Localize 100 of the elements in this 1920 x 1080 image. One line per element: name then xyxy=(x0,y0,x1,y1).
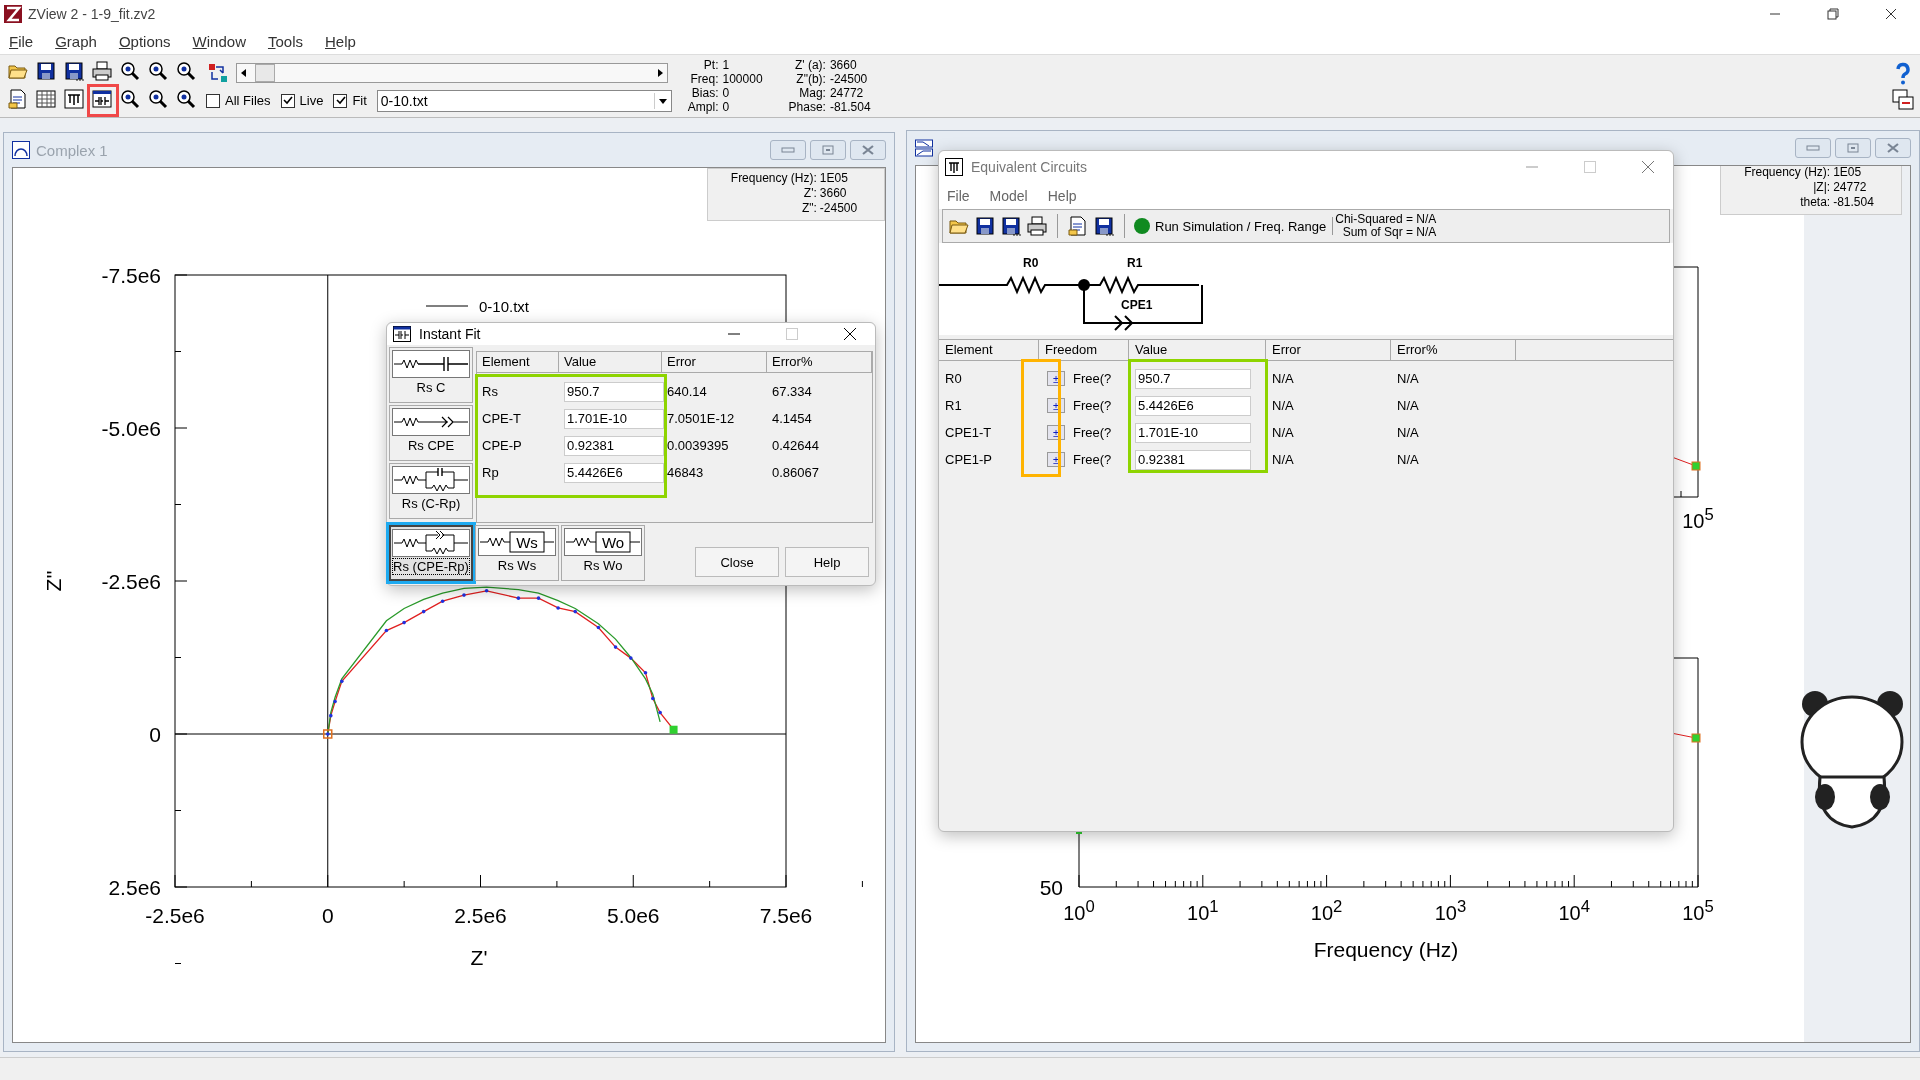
menu-item[interactable]: File xyxy=(947,188,970,204)
dialog-button[interactable]: Help xyxy=(785,547,869,577)
info-value: 1E05 xyxy=(1833,166,1863,180)
value-field[interactable]: 950.7 xyxy=(564,381,664,402)
circuit-model-button[interactable]: Ws Rs Ws xyxy=(475,525,559,581)
floppy-icon[interactable] xyxy=(1092,214,1116,238)
maximize-icon[interactable] xyxy=(821,145,835,155)
value-field[interactable]: 950.7 xyxy=(1135,368,1251,389)
window-title: ZView 2 - 1-9_fit.zv2 xyxy=(28,6,156,22)
column-header[interactable]: Error xyxy=(1266,340,1391,360)
file-dropdown[interactable]: 0-10.txt xyxy=(376,89,672,112)
table-cell-text: R1 xyxy=(944,398,963,413)
value-field[interactable]: 0.92381 xyxy=(1135,449,1251,470)
floppy-icon[interactable] xyxy=(973,214,997,238)
table-cell-text: Rs xyxy=(481,384,499,399)
column-header[interactable]: Error% xyxy=(1391,340,1516,360)
value-field[interactable]: 1.701E-10 xyxy=(564,408,664,429)
column-header[interactable]: Error% xyxy=(767,352,872,372)
readout-label: Phase: xyxy=(788,100,826,114)
close-icon[interactable] xyxy=(843,327,857,341)
data-point xyxy=(516,596,521,600)
menu-item[interactable]: Help xyxy=(1047,188,1077,204)
readout-label: Z"(b): xyxy=(795,72,826,86)
scroll-bar[interactable] xyxy=(236,62,668,83)
dialog-button[interactable]: Close xyxy=(695,547,779,577)
circuit-model-button[interactable]: Rs C xyxy=(389,347,473,403)
circuit-icon: Ws xyxy=(478,528,556,556)
tick-label: 10$^{5}$ xyxy=(1681,897,1715,925)
column-header[interactable]: Element xyxy=(477,352,559,372)
table-cell-text: 640.14 xyxy=(666,384,708,399)
menu-item[interactable]: Help xyxy=(325,32,356,50)
value-field[interactable]: 5.4426E6 xyxy=(564,462,664,483)
table-cell-text: N/A xyxy=(1271,398,1295,413)
menu-item[interactable]: Options xyxy=(118,32,171,50)
value-field[interactable]: 1.701E-10 xyxy=(1135,422,1251,443)
axis-title: Frequency (Hz) xyxy=(1313,938,1459,961)
bode-plot-icon xyxy=(915,139,933,157)
value-field[interactable]: 5.4426E6 xyxy=(1135,395,1251,416)
info-label: |Z|: xyxy=(1812,180,1831,195)
data-point xyxy=(629,656,633,660)
info-value: -81.504 xyxy=(1833,195,1875,210)
checkbox[interactable] xyxy=(206,93,220,108)
data-point xyxy=(556,606,560,610)
maximize-icon[interactable] xyxy=(1846,143,1860,153)
circuit-model-button[interactable]: Rs CPE xyxy=(389,405,473,461)
circuit-model-button[interactable]: Rs (C-Rp) xyxy=(389,463,473,519)
floppy-icon[interactable] xyxy=(999,214,1023,238)
end-marker xyxy=(1691,733,1701,743)
circuit-model-button[interactable]: Wo Rs Wo xyxy=(561,525,645,581)
data-point xyxy=(484,589,489,593)
readout-value: 1 xyxy=(722,58,731,72)
info-label: theta: xyxy=(1799,195,1831,210)
readout-label: Bias: xyxy=(690,86,719,100)
table-cell-text: Rp xyxy=(481,465,500,480)
data-point xyxy=(333,699,337,704)
menu-item[interactable]: Tools xyxy=(267,32,303,50)
status-dot-icon xyxy=(1133,217,1151,235)
windows-icon[interactable] xyxy=(1892,89,1914,111)
restore-icon[interactable] xyxy=(1827,8,1839,20)
menu-item[interactable]: Window xyxy=(192,32,246,50)
dialog-title: Equivalent Circuits xyxy=(971,159,1087,175)
circuit-model-button[interactable]: Rs (CPE-Rp) xyxy=(389,525,473,581)
tick-label: 10$^{3}$ xyxy=(1433,897,1468,925)
menu-item[interactable]: File xyxy=(9,32,34,50)
close-button[interactable] xyxy=(850,140,886,160)
column-header[interactable]: Value xyxy=(1129,340,1266,360)
menu-item[interactable]: Model xyxy=(989,188,1028,204)
circuit-icon xyxy=(392,466,470,494)
printer-icon[interactable] xyxy=(90,58,114,83)
info-label: Z": xyxy=(800,201,817,216)
table-cell: Free(? xyxy=(1073,425,1112,440)
table-cell: Free(? xyxy=(1073,371,1112,386)
scroll-thumb[interactable] xyxy=(255,63,275,82)
menu-item[interactable]: Graph xyxy=(55,32,97,50)
run-simulation-button[interactable]: Run Simulation / Freq. Range xyxy=(1133,217,1334,235)
window-title: Complex 1 xyxy=(36,141,108,159)
table-cell-text: CPE1-P xyxy=(944,452,993,467)
checkbox-label: Live xyxy=(299,93,324,108)
table-cell-text: 0.0039395 xyxy=(666,438,730,453)
column-header[interactable]: Element xyxy=(939,340,1039,360)
table-cell-text: CPE-P xyxy=(481,438,523,453)
table-cell-text: 4.1454 xyxy=(771,411,813,426)
readout-value: -24500 xyxy=(829,72,869,86)
readout-label: Pt: xyxy=(702,58,719,72)
value-field[interactable]: 0.92381 xyxy=(564,435,664,456)
printer-icon[interactable] xyxy=(1025,214,1049,238)
checkbox[interactable] xyxy=(333,93,348,108)
axis-title: Z'' xyxy=(42,570,65,592)
column-header[interactable]: Value xyxy=(559,352,662,372)
data-point xyxy=(536,596,541,600)
tick-label: -2.5e6 xyxy=(101,570,161,593)
column-header[interactable]: Error xyxy=(662,352,767,372)
checkbox[interactable] xyxy=(280,93,295,108)
column-header[interactable]: Freedom xyxy=(1039,340,1129,360)
data-point xyxy=(651,696,655,701)
close-button[interactable] xyxy=(1875,138,1911,158)
arc-plot-icon xyxy=(12,141,30,159)
info-value: 3660 xyxy=(819,186,848,201)
close-icon[interactable] xyxy=(1885,8,1897,20)
tick-label: 50 xyxy=(1039,876,1063,899)
